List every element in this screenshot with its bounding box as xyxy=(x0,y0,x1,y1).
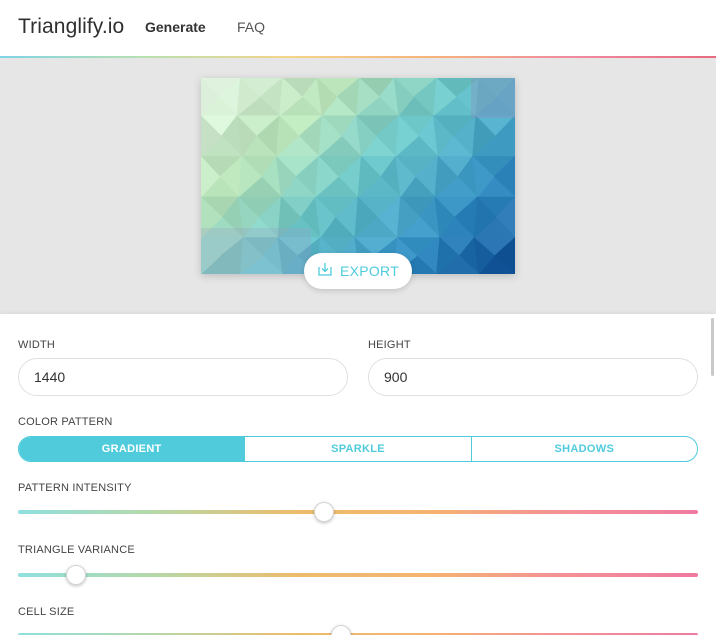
pattern-preview xyxy=(201,78,515,274)
top-header: Trianglify.io Generate FAQ xyxy=(0,0,716,56)
triangle-variance-thumb[interactable] xyxy=(65,565,86,585)
settings-panel: WIDTH HEIGHT COLOR PATTERN GRADIENT SPAR… xyxy=(0,314,716,635)
option-gradient[interactable]: GRADIENT xyxy=(19,437,245,461)
width-label: WIDTH xyxy=(18,339,56,351)
scrollbar[interactable] xyxy=(711,318,714,376)
width-input[interactable] xyxy=(18,358,348,396)
export-button[interactable]: EXPORT xyxy=(304,253,412,289)
nav-faq[interactable]: FAQ xyxy=(237,19,265,35)
export-label: EXPORT xyxy=(339,263,400,279)
height-label: HEIGHT xyxy=(368,339,411,351)
color-pattern-label: COLOR PATTERN xyxy=(18,416,113,428)
pattern-intensity-track[interactable] xyxy=(18,510,698,514)
option-sparkle[interactable]: SPARKLE xyxy=(244,437,470,461)
triangle-variance-label: TRIANGLE VARIANCE xyxy=(18,544,135,556)
color-pattern-selector: GRADIENT SPARKLE SHADOWS xyxy=(18,436,698,462)
download-icon xyxy=(317,261,333,282)
height-input[interactable] xyxy=(368,358,698,396)
pattern-intensity-label: PATTERN INTENSITY xyxy=(18,482,132,494)
cell-size-label: CELL SIZE xyxy=(18,606,75,618)
pattern-intensity-thumb[interactable] xyxy=(314,502,334,522)
pattern-canvas xyxy=(201,78,515,274)
brand-logo[interactable]: Trianglify.io xyxy=(18,15,124,39)
preview-area: EXPORT xyxy=(0,58,716,314)
triangle-variance-track[interactable] xyxy=(18,573,698,577)
cell-size-thumb[interactable] xyxy=(331,625,351,635)
nav-generate[interactable]: Generate xyxy=(145,19,206,35)
option-shadows[interactable]: SHADOWS xyxy=(470,437,697,461)
